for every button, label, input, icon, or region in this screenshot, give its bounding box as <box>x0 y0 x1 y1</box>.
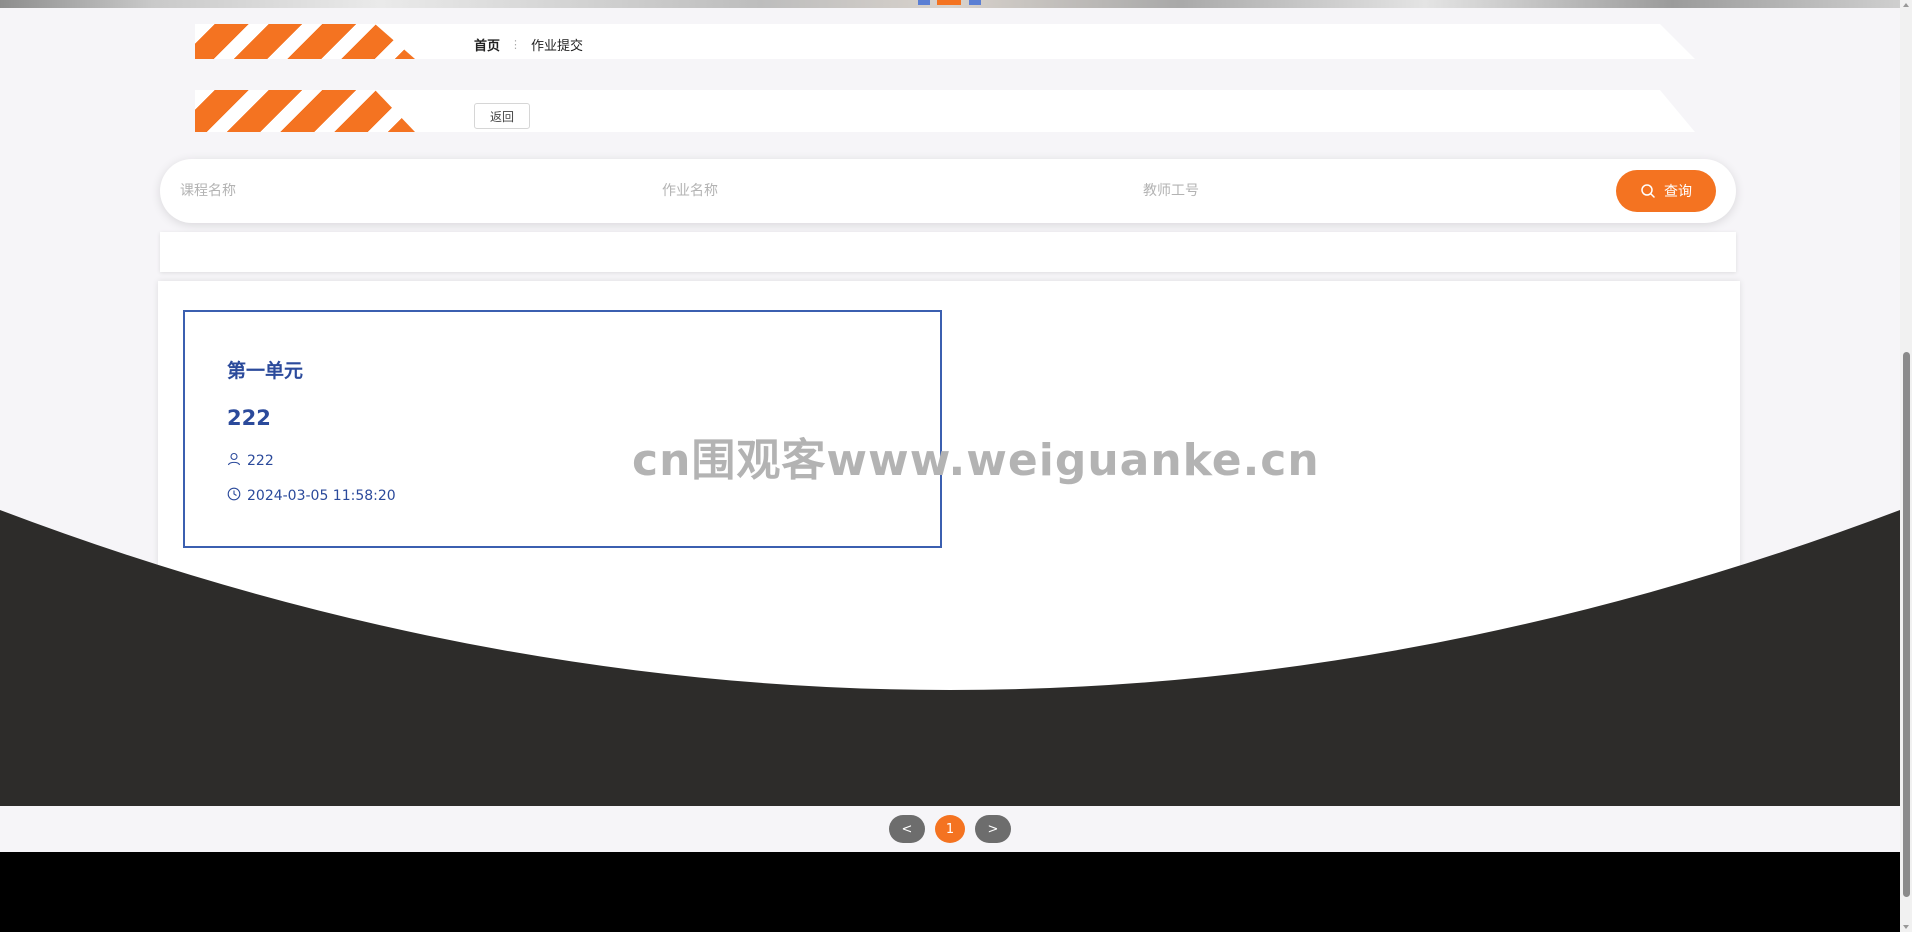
card-user: 222 <box>247 453 274 469</box>
card-title: 222 <box>227 406 271 430</box>
scroll-up-icon[interactable] <box>1903 3 1909 7</box>
banner-flag <box>969 0 981 5</box>
footer <box>0 852 1900 932</box>
breadcrumb-bar <box>195 24 1695 59</box>
next-page-button[interactable]: > <box>975 815 1011 843</box>
bar-background <box>195 90 1695 132</box>
card-user-row: 222 <box>227 452 274 470</box>
breadcrumb-separator: ⋮ <box>510 37 522 51</box>
card-time: 2024-03-05 11:58:20 <box>247 488 396 504</box>
header-banner-image <box>0 0 1900 8</box>
clock-icon <box>227 487 241 505</box>
decorative-wave <box>0 510 1900 806</box>
search-button[interactable]: 查询 <box>1616 170 1716 212</box>
bar-background <box>195 24 1695 59</box>
vertical-scrollbar[interactable] <box>1900 0 1912 932</box>
page-number-button[interactable]: 1 <box>935 815 965 843</box>
course-name-input[interactable] <box>180 178 560 204</box>
user-icon <box>227 452 241 470</box>
filter-strip <box>160 232 1736 272</box>
watermark-text: cn围观客www.weiguanke.cn <box>632 435 1320 486</box>
prev-page-button[interactable]: < <box>889 815 925 843</box>
search-button-label: 查询 <box>1664 183 1692 199</box>
search-icon <box>1640 183 1656 199</box>
action-bar <box>195 90 1695 132</box>
breadcrumb-home[interactable]: 首页 <box>474 35 500 54</box>
search-bar: 查询 <box>160 159 1736 223</box>
card-unit: 第一单元 <box>227 360 304 382</box>
breadcrumb: 首页 ⋮ 作业提交 <box>474 35 584 54</box>
banner-flag <box>918 0 930 5</box>
banner-flag <box>937 0 961 5</box>
back-button[interactable]: 返回 <box>474 103 530 129</box>
wave-shape <box>0 510 1900 806</box>
scrollbar-thumb[interactable] <box>1903 352 1910 897</box>
breadcrumb-current: 作业提交 <box>531 38 584 54</box>
card-time-row: 2024-03-05 11:58:20 <box>227 487 396 505</box>
pagination: < 1 > <box>0 806 1900 852</box>
scroll-down-icon[interactable] <box>1903 925 1909 929</box>
homework-name-input[interactable] <box>662 178 1042 204</box>
teacher-id-input[interactable] <box>1143 178 1523 204</box>
